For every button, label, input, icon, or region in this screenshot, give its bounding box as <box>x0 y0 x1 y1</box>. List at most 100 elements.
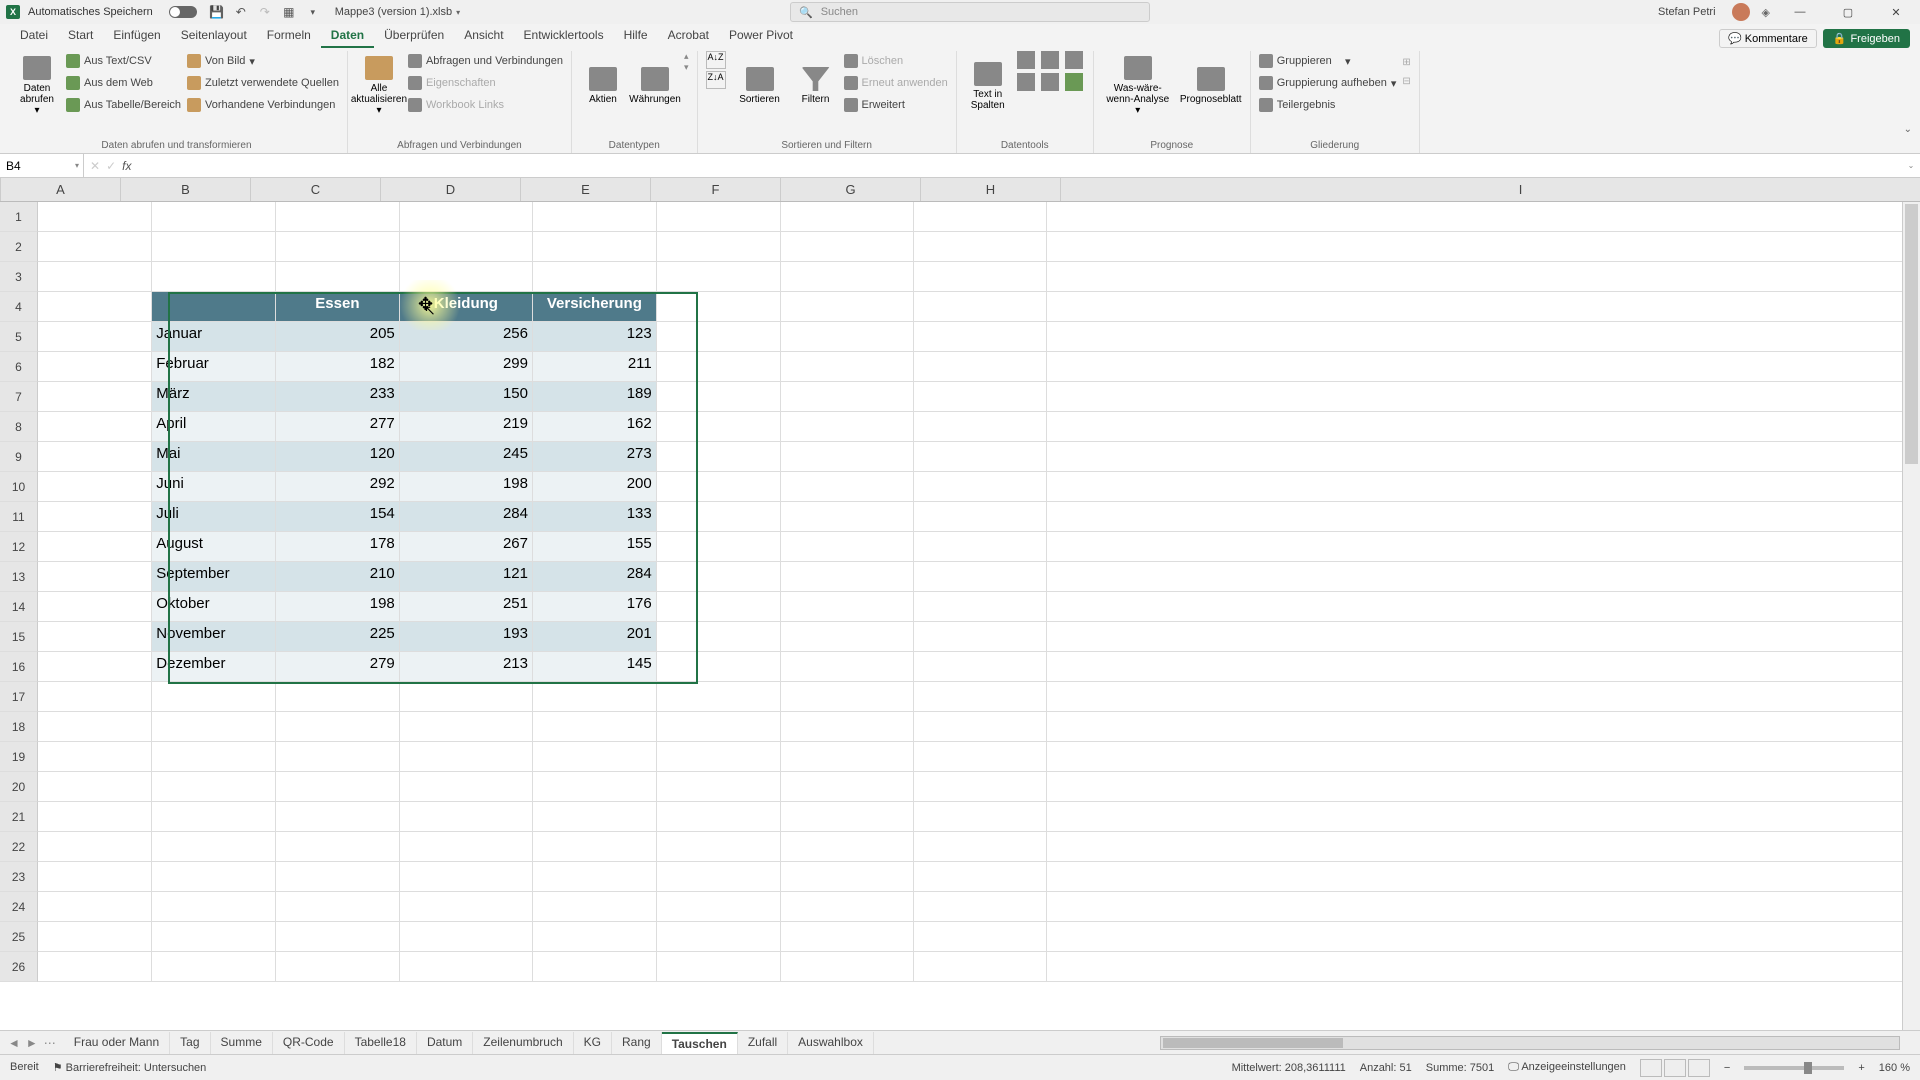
cell[interactable]: Essen <box>276 292 400 322</box>
cell[interactable]: Juni <box>152 472 276 502</box>
cell[interactable]: 154 <box>276 502 400 532</box>
cell[interactable] <box>914 682 1047 712</box>
cell[interactable] <box>1047 532 1920 562</box>
cell[interactable] <box>781 952 914 982</box>
cell[interactable]: Februar <box>152 352 276 382</box>
sheet-tab-zufall[interactable]: Zufall <box>738 1032 788 1054</box>
row-header-12[interactable]: 12 <box>0 532 38 562</box>
cell[interactable] <box>533 742 657 772</box>
sheet-tab-datum[interactable]: Datum <box>417 1032 473 1054</box>
cell[interactable] <box>657 742 781 772</box>
cell[interactable] <box>657 682 781 712</box>
aus-tabelle-button[interactable]: Aus Tabelle/Bereich <box>66 95 181 115</box>
cell[interactable] <box>781 592 914 622</box>
cell[interactable] <box>657 652 781 682</box>
cell[interactable] <box>781 442 914 472</box>
row-header-21[interactable]: 21 <box>0 802 38 832</box>
menu-tab-seitenlayout[interactable]: Seitenlayout <box>171 24 257 48</box>
col-header-E[interactable]: E <box>521 178 651 201</box>
cell[interactable] <box>533 262 657 292</box>
cell[interactable] <box>1047 832 1920 862</box>
cell[interactable] <box>781 532 914 562</box>
cell[interactable]: 123 <box>533 322 657 352</box>
save-icon[interactable]: 💾 <box>209 4 225 20</box>
cell[interactable]: 219 <box>400 412 533 442</box>
view-layout-icon[interactable] <box>1664 1059 1686 1077</box>
select-all-button[interactable] <box>0 178 1 201</box>
cell[interactable] <box>914 262 1047 292</box>
kommentare-button[interactable]: 💬 Kommentare <box>1719 29 1817 48</box>
cell[interactable] <box>781 352 914 382</box>
zoom-out-icon[interactable]: − <box>1724 1062 1730 1074</box>
cell[interactable] <box>914 742 1047 772</box>
row-header-4[interactable]: 4 <box>0 292 38 322</box>
cell[interactable] <box>400 742 533 772</box>
cell[interactable] <box>276 922 400 952</box>
cell[interactable] <box>38 352 152 382</box>
sheet-tab-frau-oder-mann[interactable]: Frau oder Mann <box>64 1032 170 1054</box>
cell[interactable] <box>1047 682 1920 712</box>
menu-tab-überprüfen[interactable]: Überprüfen <box>374 24 454 48</box>
cell[interactable] <box>914 802 1047 832</box>
cell[interactable] <box>400 682 533 712</box>
cell[interactable] <box>533 202 657 232</box>
cell[interactable] <box>152 202 276 232</box>
cell[interactable] <box>914 892 1047 922</box>
cell[interactable] <box>276 802 400 832</box>
row-header-1[interactable]: 1 <box>0 202 38 232</box>
prognoseblatt-button[interactable]: Prognoseblatt <box>1180 51 1242 121</box>
cell[interactable] <box>38 262 152 292</box>
cell[interactable] <box>1047 712 1920 742</box>
cell[interactable] <box>1047 202 1920 232</box>
abfragen-verb-button[interactable]: Abfragen und Verbindungen <box>408 51 563 71</box>
cell[interactable] <box>152 862 276 892</box>
sheet-tab-auswahlbox[interactable]: Auswahlbox <box>788 1032 874 1054</box>
cell[interactable] <box>657 592 781 622</box>
cell[interactable] <box>657 442 781 472</box>
qat-more-icon[interactable]: ▾ <box>305 4 321 20</box>
was-waere-wenn-button[interactable]: Was-wäre-wenn-Analyse ▾ <box>1102 51 1174 121</box>
zoom-in-icon[interactable]: + <box>1858 1062 1864 1074</box>
cell[interactable]: 176 <box>533 592 657 622</box>
cell[interactable] <box>400 862 533 892</box>
cell[interactable] <box>152 292 276 322</box>
cell[interactable] <box>38 952 152 982</box>
cell[interactable] <box>914 832 1047 862</box>
menu-tab-ansicht[interactable]: Ansicht <box>454 24 513 48</box>
cell[interactable] <box>1047 892 1920 922</box>
row-header-5[interactable]: 5 <box>0 322 38 352</box>
cell[interactable] <box>657 412 781 442</box>
cell[interactable] <box>400 232 533 262</box>
cell[interactable] <box>1047 862 1920 892</box>
cell[interactable] <box>914 592 1047 622</box>
cell[interactable] <box>533 772 657 802</box>
zuletzt-quellen-button[interactable]: Zuletzt verwendete Quellen <box>187 73 339 93</box>
cell[interactable]: 256 <box>400 322 533 352</box>
cell[interactable] <box>657 322 781 352</box>
cell[interactable]: 120 <box>276 442 400 472</box>
cell[interactable] <box>657 532 781 562</box>
cell[interactable] <box>781 622 914 652</box>
sheet-tab-tag[interactable]: Tag <box>170 1032 210 1054</box>
sheet-tab-tauschen[interactable]: Tauschen <box>662 1032 738 1054</box>
cell[interactable]: Kleidung <box>400 292 533 322</box>
cell[interactable] <box>914 712 1047 742</box>
cell[interactable] <box>152 262 276 292</box>
view-break-icon[interactable] <box>1688 1059 1710 1077</box>
cell[interactable]: 225 <box>276 622 400 652</box>
cell[interactable]: 279 <box>276 652 400 682</box>
cell[interactable] <box>781 922 914 952</box>
cell[interactable] <box>38 832 152 862</box>
cell[interactable] <box>152 922 276 952</box>
cell[interactable]: 277 <box>276 412 400 442</box>
zoom-slider[interactable] <box>1744 1066 1844 1070</box>
row-header-2[interactable]: 2 <box>0 232 38 262</box>
cell[interactable] <box>657 892 781 922</box>
cell[interactable] <box>38 772 152 802</box>
cell[interactable] <box>276 712 400 742</box>
col-header-H[interactable]: H <box>921 178 1061 201</box>
user-avatar[interactable] <box>1732 3 1750 21</box>
cell[interactable] <box>657 622 781 652</box>
cell[interactable]: 155 <box>533 532 657 562</box>
cell[interactable] <box>38 502 152 532</box>
